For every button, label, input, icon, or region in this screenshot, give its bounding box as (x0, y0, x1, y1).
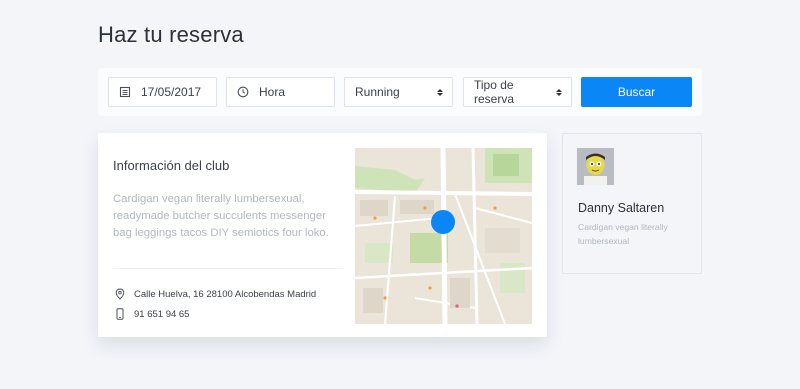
hour-field[interactable]: Hora (226, 77, 335, 107)
sport-select[interactable]: Running (344, 77, 453, 107)
club-info-title: Información del club (113, 158, 230, 173)
profile-card: Danny Saltaren Cardigan vegan literally … (562, 133, 702, 274)
club-phone: 91 651 94 65 (134, 308, 190, 320)
mobile-phone-icon (114, 308, 126, 320)
profile-name: Danny Saltaren (578, 201, 665, 215)
divider (113, 268, 343, 269)
search-bar: 17/05/2017 Hora Running Tipo de reserva … (98, 68, 702, 116)
reservation-type-value: Tipo de reserva (474, 78, 515, 106)
calendar-icon (118, 85, 132, 99)
select-caret-icon (437, 88, 443, 96)
select-caret-icon (556, 88, 562, 96)
reservation-type-select[interactable]: Tipo de reserva (463, 77, 572, 107)
hour-placeholder: Hora (259, 85, 286, 99)
avatar[interactable] (577, 148, 614, 185)
clock-icon (236, 85, 250, 99)
search-button[interactable]: Buscar (581, 77, 692, 107)
club-description: Cardigan vegan literally lumbersexual, r… (113, 193, 329, 239)
club-phone-row: 91 651 94 65 (114, 308, 189, 320)
sport-selected-value: Running (355, 85, 400, 99)
club-address-row: Calle Huelva, 16 28100 Alcobendas Madrid (114, 288, 316, 300)
club-location-map[interactable] (355, 148, 532, 324)
date-value: 17/05/2017 (141, 85, 202, 99)
club-address: Calle Huelva, 16 28100 Alcobendas Madrid (134, 288, 317, 300)
date-field[interactable]: 17/05/2017 (108, 77, 217, 107)
club-info-card: Información del club Cardigan vegan lite… (98, 133, 547, 337)
page-title: Haz tu reserva (98, 22, 244, 47)
profile-bio: Cardigan vegan literally lumbersexual (578, 222, 668, 246)
location-pin-icon (114, 288, 126, 300)
